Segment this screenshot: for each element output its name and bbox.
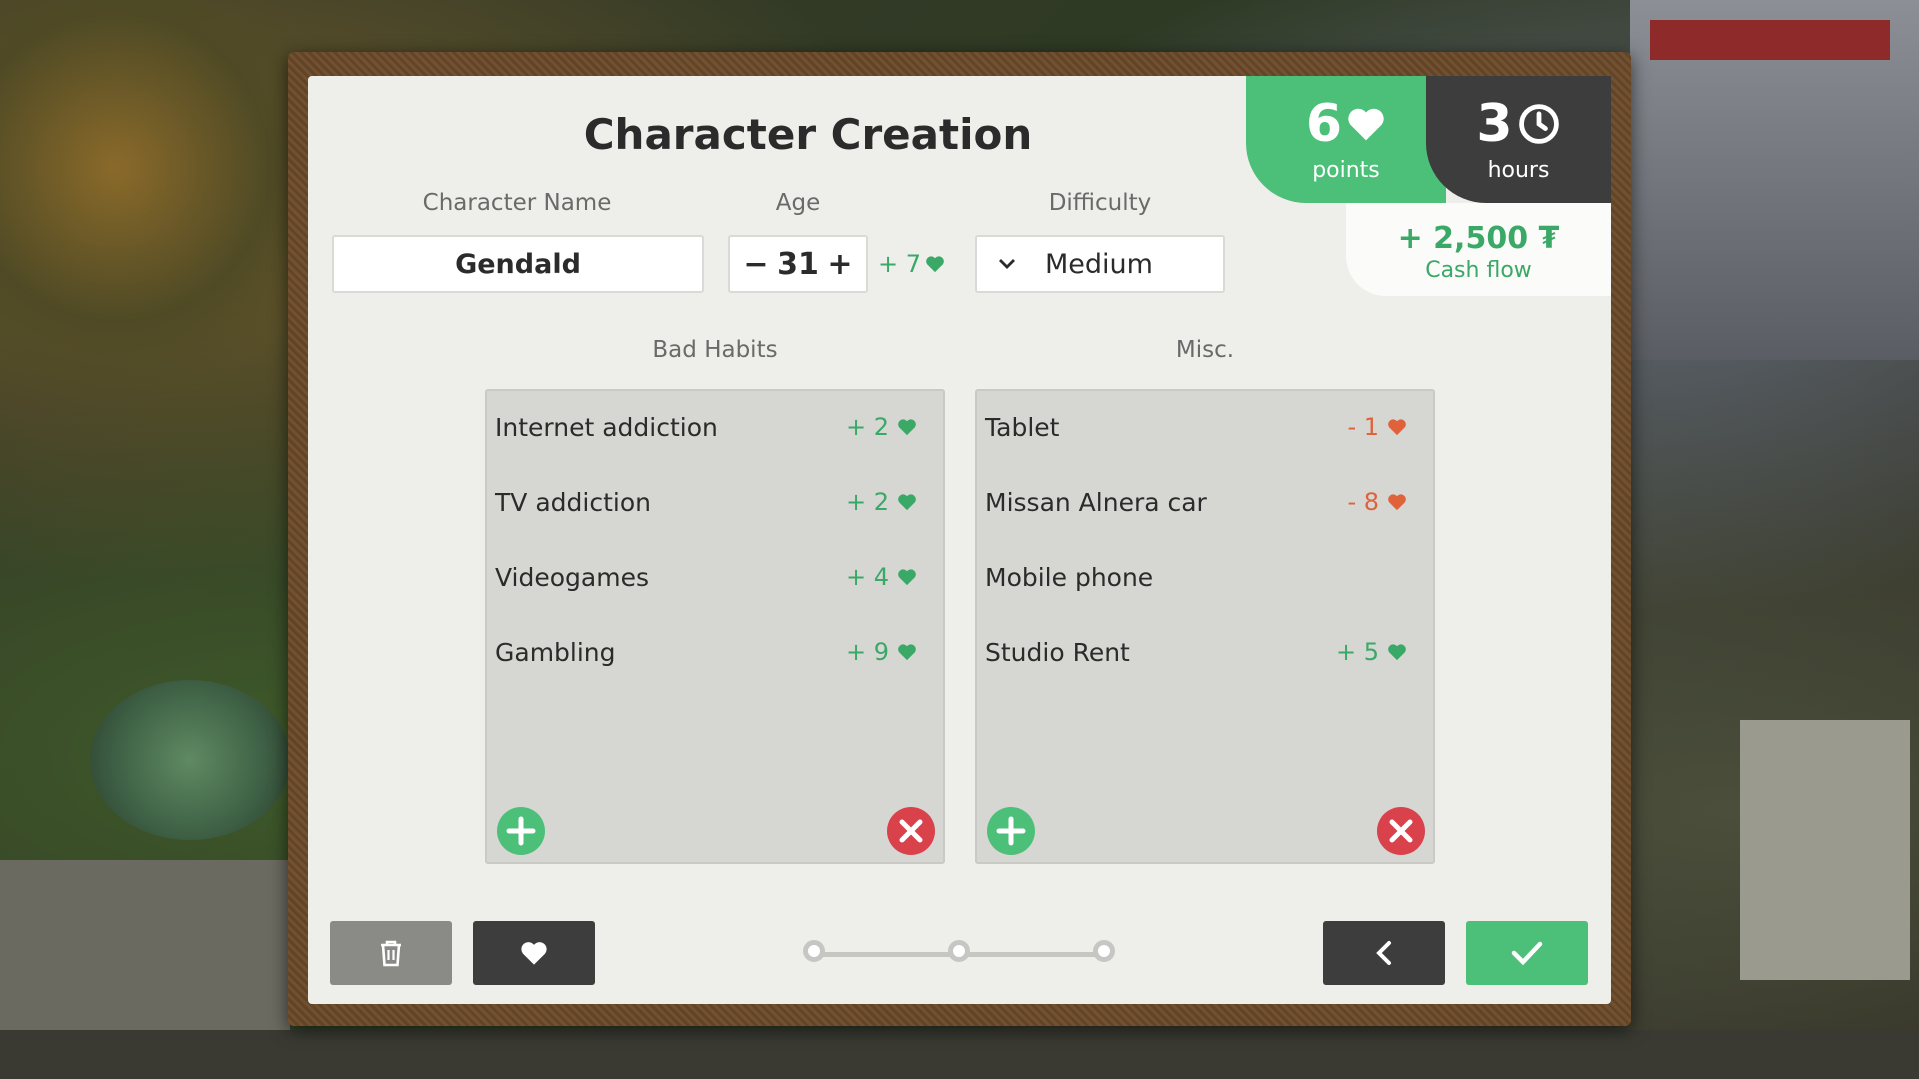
remove-misc-button[interactable] [1377, 807, 1425, 855]
item-value-text: + 5 [1335, 638, 1379, 666]
age-stepper: − 31 + [728, 235, 868, 293]
item-value-text: + 2 [845, 413, 889, 441]
chevron-down-icon [999, 259, 1015, 269]
delete-button[interactable] [330, 921, 452, 985]
item-name: Tablet [985, 412, 1060, 442]
age-label: Age [775, 190, 821, 216]
heart-icon [1388, 494, 1406, 511]
age-bonus-value: + 7 [878, 250, 922, 278]
difficulty-select[interactable]: Medium [975, 235, 1225, 293]
list-item[interactable]: Videogames + 4 [495, 557, 917, 597]
heart-icon [1388, 419, 1406, 436]
heart-icon [1348, 108, 1384, 141]
hours-badge: 3 hours [1426, 76, 1611, 203]
item-name: Gambling [495, 637, 616, 667]
back-icon [1376, 941, 1391, 965]
progress-step-2 [948, 940, 970, 962]
item-value-text: + 9 [845, 638, 889, 666]
item-value-text: + 2 [845, 488, 889, 516]
character-name-field [332, 235, 704, 293]
heart-icon [898, 419, 916, 436]
misc-list: Tablet - 1 Missan Alnera car - 8 Mobile … [975, 389, 1435, 864]
close-icon [899, 819, 923, 843]
progress-step-1 [803, 940, 825, 962]
progress-step-3 [1093, 940, 1115, 962]
item-value: + 4 [846, 563, 917, 591]
item-value: - 1 [1347, 413, 1407, 441]
list-item[interactable]: TV addiction + 2 [495, 482, 917, 522]
difficulty-label: Difficulty [1048, 190, 1152, 216]
character-name-label: Character Name [422, 190, 612, 216]
points-label: points [1312, 158, 1380, 183]
item-name: Missan Alnera car [985, 487, 1207, 517]
check-icon [1511, 941, 1543, 966]
bad-habits-label: Bad Habits [652, 337, 778, 363]
heart-icon [521, 942, 547, 965]
plus-icon [506, 816, 536, 846]
page-title: Character Creation [583, 110, 1033, 159]
item-value: + 2 [846, 413, 917, 441]
item-name: TV addiction [495, 487, 651, 517]
item-value: + 9 [846, 638, 917, 666]
close-icon [1389, 819, 1413, 843]
hours-value: 3 [1476, 94, 1513, 154]
clock-icon [1518, 104, 1559, 144]
difficulty-value: Medium [1045, 248, 1153, 280]
trash-icon [381, 940, 401, 967]
list-item[interactable]: Tablet - 1 [985, 407, 1407, 447]
item-value: + 5 [1336, 638, 1407, 666]
list-item[interactable]: Studio Rent + 5 [985, 632, 1407, 672]
points-value: 6 [1305, 94, 1343, 154]
cashflow-display: + 2,500 ₮ Cash flow [1346, 203, 1611, 296]
hours-label: hours [1487, 158, 1550, 183]
back-button[interactable] [1323, 921, 1445, 985]
list-item[interactable]: Gambling + 9 [495, 632, 917, 672]
item-name: Videogames [495, 562, 649, 592]
item-value-text: - 1 [1347, 413, 1379, 441]
heart-icon [898, 569, 916, 586]
age-increase-button[interactable]: + [820, 247, 860, 282]
heart-icon [1388, 644, 1406, 661]
add-bad-habit-button[interactable] [497, 807, 545, 855]
remove-bad-habit-button[interactable] [887, 807, 935, 855]
misc-label: Misc. [1175, 337, 1235, 363]
heart-icon [926, 256, 944, 273]
favorite-button[interactable] [473, 921, 595, 985]
list-item[interactable]: Mobile phone [985, 557, 1407, 597]
cashflow-value: + 2,500 ₮ [1397, 221, 1560, 256]
heart-icon [898, 494, 916, 511]
item-name: Studio Rent [985, 637, 1130, 667]
age-value: 31 [777, 246, 819, 282]
points-badge: 6 points [1246, 76, 1446, 203]
item-name: Internet addiction [495, 412, 718, 442]
list-item[interactable]: Internet addiction + 2 [495, 407, 917, 447]
heart-icon [898, 644, 916, 661]
confirm-button[interactable] [1466, 921, 1588, 985]
plus-icon [996, 816, 1026, 846]
item-value: + 2 [846, 488, 917, 516]
age-bonus: + 7 [878, 250, 945, 278]
item-value: - 8 [1347, 488, 1407, 516]
item-name: Mobile phone [985, 562, 1154, 592]
item-value-text: + 4 [845, 563, 889, 591]
cashflow-label: Cash flow [1425, 258, 1532, 283]
item-value-text: - 8 [1347, 488, 1379, 516]
age-decrease-button[interactable]: − [736, 247, 776, 282]
character-name-input[interactable] [334, 236, 702, 292]
add-misc-button[interactable] [987, 807, 1035, 855]
bad-habits-list: Internet addiction + 2 TV addiction + 2 … [485, 389, 945, 864]
list-item[interactable]: Missan Alnera car - 8 [985, 482, 1407, 522]
